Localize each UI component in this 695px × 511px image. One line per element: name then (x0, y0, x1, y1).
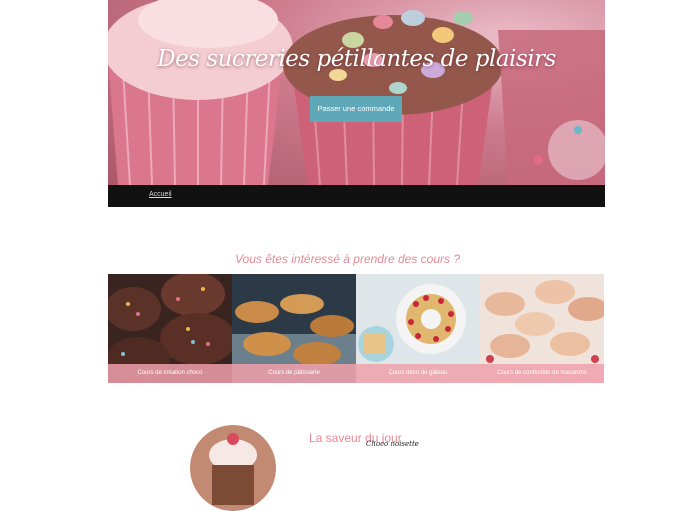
course-card-macarons[interactable]: Cours de confection de macarons (480, 274, 604, 383)
nav-bar: Accueil (108, 185, 605, 207)
flavor-subtitle: Choco noisette (366, 440, 419, 448)
course-label: Cours de confection de macarons (480, 364, 604, 383)
course-card-cake-decoration[interactable]: Cours déco de gâteau (356, 274, 480, 383)
course-card-pastry[interactable]: Cours de pâtisserie (232, 274, 356, 383)
course-label: Cours de pâtisserie (232, 364, 356, 383)
order-button[interactable]: Passer une commande (310, 96, 402, 122)
courses-heading: Vous êtes intéressé à prendre des cours … (234, 252, 461, 266)
flavor-image (190, 425, 276, 511)
hero-title: Des sucreries pétillantes de plaisirs (157, 46, 556, 72)
nav-item-accueil[interactable]: Accueil (149, 191, 172, 198)
course-label: Cours déco de gâteau (356, 364, 480, 383)
hero-banner: Des sucreries pétillantes de plaisirs Pa… (108, 0, 605, 185)
course-label: Cours de création choco (108, 364, 232, 383)
course-card-chocolate[interactable]: Cours de création choco (108, 274, 232, 383)
hero-image (108, 0, 605, 185)
